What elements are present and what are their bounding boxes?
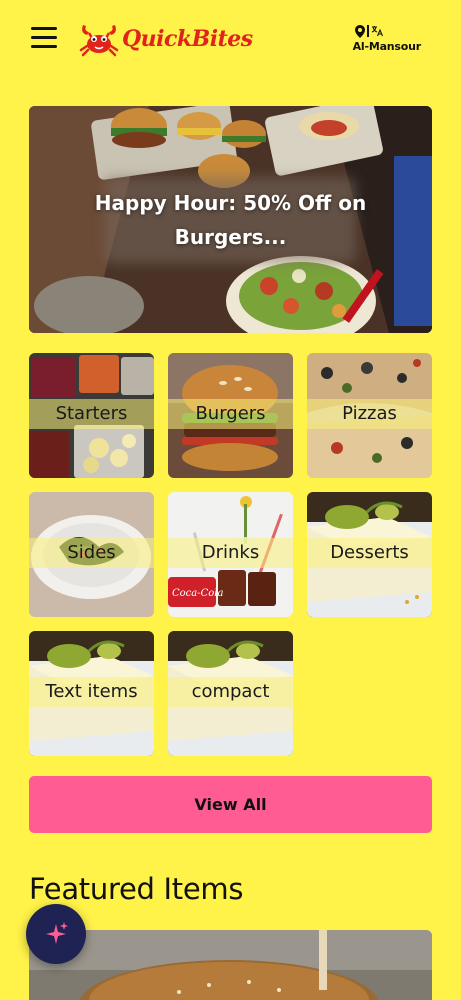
featured-items-heading: Featured Items: [29, 872, 244, 906]
divider: [366, 25, 369, 37]
category-tile-drinks[interactable]: Coca-Cola Drinks: [168, 492, 293, 617]
category-tile-starters[interactable]: Starters: [29, 353, 154, 478]
banner-caption: Happy Hour: 50% Off on Burgers...: [91, 177, 371, 263]
category-label: Drinks: [201, 542, 260, 563]
app-name: QuickBites: [122, 26, 253, 52]
category-tile-text-items[interactable]: Text items: [29, 631, 154, 756]
category-tile-burgers[interactable]: Burgers: [168, 353, 293, 478]
svg-text:Coca-Cola: Coca-Cola: [172, 588, 223, 599]
crab-logo-icon: [79, 25, 119, 57]
location-selector[interactable]: Al-Mansour: [353, 24, 421, 53]
app-logo[interactable]: QuickBites: [78, 17, 253, 61]
category-label: Pizzas: [342, 403, 397, 424]
app-header: QuickBites Al-Mansour: [0, 0, 461, 80]
category-label: Desserts: [330, 542, 409, 563]
location-name: Al-Mansour: [352, 40, 422, 53]
featured-item-card[interactable]: [29, 930, 432, 1000]
category-label: Sides: [67, 542, 116, 563]
promo-banner[interactable]: Happy Hour: 50% Off on Burgers...: [29, 106, 432, 333]
hamburger-menu-icon[interactable]: [31, 27, 57, 49]
ai-assistant-button[interactable]: [26, 904, 86, 964]
banner-text: Happy Hour: 50% Off on Burgers...: [94, 191, 367, 249]
category-tile-sides[interactable]: Sides: [29, 492, 154, 617]
category-tile-pizzas[interactable]: Pizzas: [307, 353, 432, 478]
view-all-button[interactable]: View All: [29, 776, 432, 833]
sparkles-icon: [46, 922, 68, 944]
category-tile-compact[interactable]: compact: [168, 631, 293, 756]
translate-icon[interactable]: [371, 25, 383, 37]
category-label: Burgers: [195, 403, 266, 424]
category-label: Text items: [45, 681, 138, 702]
category-label: Starters: [55, 403, 128, 424]
map-pin-icon: [354, 24, 365, 38]
featured-item-image: [29, 930, 432, 1000]
category-label: compact: [191, 681, 270, 702]
category-tile-desserts[interactable]: Desserts: [307, 492, 432, 617]
